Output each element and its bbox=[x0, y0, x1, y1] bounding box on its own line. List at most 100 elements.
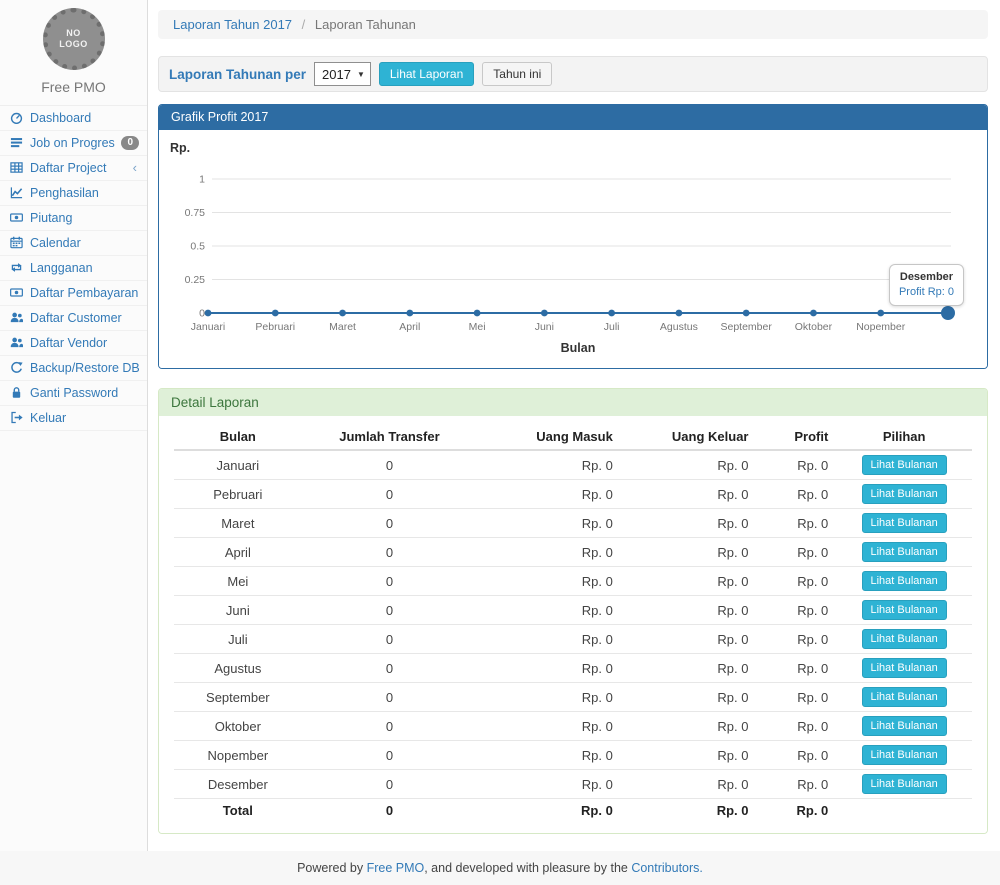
view-monthly-button-agustus[interactable]: Lihat Bulanan bbox=[862, 658, 947, 678]
footer-link-free-pmo[interactable]: Free PMO bbox=[367, 861, 425, 875]
cell-uang-masuk: Rp. 0 bbox=[477, 450, 621, 480]
data-point-maret[interactable] bbox=[339, 310, 346, 317]
cell-uang-masuk: Rp. 0 bbox=[477, 625, 621, 654]
col-header-profit: Profit bbox=[757, 424, 837, 450]
sign-out-icon bbox=[10, 411, 24, 425]
view-monthly-button-april[interactable]: Lihat Bulanan bbox=[862, 542, 947, 562]
lock-icon bbox=[10, 386, 24, 400]
cell-uang-keluar: Rp. 0 bbox=[621, 596, 757, 625]
tasks-icon bbox=[10, 136, 24, 150]
cell-uang-keluar: Rp. 0 bbox=[621, 625, 757, 654]
view-monthly-button-maret[interactable]: Lihat Bulanan bbox=[862, 513, 947, 533]
cell-jumlah-transfer: 0 bbox=[302, 567, 478, 596]
table-icon bbox=[10, 161, 24, 175]
tooltip-value: Profit Rp: 0 bbox=[899, 286, 954, 298]
cell-uang-keluar: Rp. 0 bbox=[621, 567, 757, 596]
sidebar-item-daftar-vendor[interactable]: Daftar Vendor bbox=[0, 331, 147, 356]
cell-bulan: September bbox=[174, 683, 302, 712]
view-monthly-button-juni[interactable]: Lihat Bulanan bbox=[862, 600, 947, 620]
cell-jumlah-transfer: 0 bbox=[302, 596, 478, 625]
cell-pilihan: Lihat Bulanan bbox=[836, 480, 972, 509]
cell-pilihan: Lihat Bulanan bbox=[836, 450, 972, 480]
sidebar-item-daftar-project[interactable]: Daftar Project‹ bbox=[0, 156, 147, 181]
y-tick-label: 1 bbox=[199, 174, 205, 186]
sidebar-item-dashboard[interactable]: Dashboard bbox=[0, 106, 147, 131]
cell-profit: Rp. 0 bbox=[757, 450, 837, 480]
data-point-nopember[interactable] bbox=[877, 310, 884, 317]
users-icon bbox=[10, 311, 24, 325]
view-monthly-button-mei[interactable]: Lihat Bulanan bbox=[862, 571, 947, 591]
table-row: Maret0Rp. 0Rp. 0Rp. 0Lihat Bulanan bbox=[174, 509, 972, 538]
view-monthly-button-pebruari[interactable]: Lihat Bulanan bbox=[862, 484, 947, 504]
cell-uang-keluar: Rp. 0 bbox=[621, 509, 757, 538]
data-point-april[interactable] bbox=[406, 310, 413, 317]
year-select[interactable]: 2017 ▼ bbox=[314, 62, 371, 86]
table-row: Juli0Rp. 0Rp. 0Rp. 0Lihat Bulanan bbox=[174, 625, 972, 654]
cell-uang-keluar: Rp. 0 bbox=[621, 654, 757, 683]
table-header-row: Bulan Jumlah Transfer Uang Masuk Uang Ke… bbox=[174, 424, 972, 450]
no-logo-badge: NO LOGO bbox=[43, 8, 105, 70]
cell-uang-masuk: Rp. 0 bbox=[477, 770, 621, 799]
data-point-juli[interactable] bbox=[608, 310, 615, 317]
footer-link-contributors[interactable]: Contributors. bbox=[631, 861, 703, 875]
detail-panel-title: Detail Laporan bbox=[159, 389, 987, 416]
sidebar-item-backup-restore-db[interactable]: Backup/Restore DB bbox=[0, 356, 147, 381]
sidebar-item-piutang[interactable]: Piutang bbox=[0, 206, 147, 231]
money-icon bbox=[10, 211, 24, 225]
view-monthly-button-oktober[interactable]: Lihat Bulanan bbox=[862, 716, 947, 736]
view-monthly-button-september[interactable]: Lihat Bulanan bbox=[862, 687, 947, 707]
data-point-desember[interactable] bbox=[941, 306, 955, 320]
data-point-januari[interactable] bbox=[205, 310, 212, 317]
data-point-september[interactable] bbox=[743, 310, 750, 317]
view-report-button[interactable]: Lihat Laporan bbox=[379, 62, 474, 86]
sidebar-item-daftar-customer[interactable]: Daftar Customer bbox=[0, 306, 147, 331]
sidebar-item-label: Daftar Customer bbox=[30, 311, 139, 325]
col-header-jumlah-transfer: Jumlah Transfer bbox=[302, 424, 478, 450]
cell-pilihan: Lihat Bulanan bbox=[836, 683, 972, 712]
data-point-juni[interactable] bbox=[541, 310, 548, 317]
dashboard-icon bbox=[10, 111, 24, 125]
data-point-mei[interactable] bbox=[474, 310, 481, 317]
data-point-pebruari[interactable] bbox=[272, 310, 279, 317]
chart-y-axis-title: Rp. bbox=[170, 141, 190, 155]
sidebar-item-label: Daftar Pembayaran bbox=[30, 286, 139, 300]
cell-uang-masuk: Rp. 0 bbox=[477, 596, 621, 625]
chart-body: Rp.10.750.50.250JanuariPebruariMaretApri… bbox=[159, 130, 987, 368]
sidebar-item-daftar-pembayaran[interactable]: Daftar Pembayaran bbox=[0, 281, 147, 306]
view-monthly-button-desember[interactable]: Lihat Bulanan bbox=[862, 774, 947, 794]
cell-pilihan: Lihat Bulanan bbox=[836, 770, 972, 799]
cell-pilihan: Lihat Bulanan bbox=[836, 538, 972, 567]
sidebar-item-calendar[interactable]: Calendar bbox=[0, 231, 147, 256]
cell-jumlah-transfer: 0 bbox=[302, 683, 478, 712]
breadcrumb-link-laporan-tahun[interactable]: Laporan Tahun 2017 bbox=[173, 17, 292, 32]
cell-profit: Rp. 0 bbox=[757, 596, 837, 625]
profit-line-chart: Rp.10.750.50.250JanuariPebruariMaretApri… bbox=[159, 130, 985, 368]
calendar-icon bbox=[10, 236, 24, 250]
cell-bulan: Nopember bbox=[174, 741, 302, 770]
table-row: Juni0Rp. 0Rp. 0Rp. 0Lihat Bulanan bbox=[174, 596, 972, 625]
sidebar-item-ganti-password[interactable]: Ganti Password bbox=[0, 381, 147, 406]
cell-uang-masuk: Rp. 0 bbox=[477, 741, 621, 770]
sidebar-item-penghasilan[interactable]: Penghasilan bbox=[0, 181, 147, 206]
cell-bulan: Oktober bbox=[174, 712, 302, 741]
table-row: Mei0Rp. 0Rp. 0Rp. 0Lihat Bulanan bbox=[174, 567, 972, 596]
line-chart-icon bbox=[10, 186, 24, 200]
col-header-pilihan: Pilihan bbox=[836, 424, 972, 450]
sidebar-item-keluar[interactable]: Keluar bbox=[0, 406, 147, 431]
data-point-oktober[interactable] bbox=[810, 310, 817, 317]
count-badge: 0 bbox=[121, 136, 139, 150]
cell-uang-masuk: Rp. 0 bbox=[477, 509, 621, 538]
view-monthly-button-juli[interactable]: Lihat Bulanan bbox=[862, 629, 947, 649]
sidebar-item-label: Langganan bbox=[30, 261, 139, 275]
sidebar-item-langganan[interactable]: Langganan bbox=[0, 256, 147, 281]
sidebar-item-job-on-progress[interactable]: Job on Progress0 bbox=[0, 131, 147, 156]
table-row: April0Rp. 0Rp. 0Rp. 0Lihat Bulanan bbox=[174, 538, 972, 567]
table-row: Agustus0Rp. 0Rp. 0Rp. 0Lihat Bulanan bbox=[174, 654, 972, 683]
x-tick-label: Juni bbox=[535, 321, 554, 333]
view-monthly-button-nopember[interactable]: Lihat Bulanan bbox=[862, 745, 947, 765]
data-point-agustus[interactable] bbox=[676, 310, 683, 317]
this-year-button[interactable]: Tahun ini bbox=[482, 62, 552, 86]
sidebar-item-label: Penghasilan bbox=[30, 186, 139, 200]
cell-bulan: Desember bbox=[174, 770, 302, 799]
view-monthly-button-januari[interactable]: Lihat Bulanan bbox=[862, 455, 947, 475]
